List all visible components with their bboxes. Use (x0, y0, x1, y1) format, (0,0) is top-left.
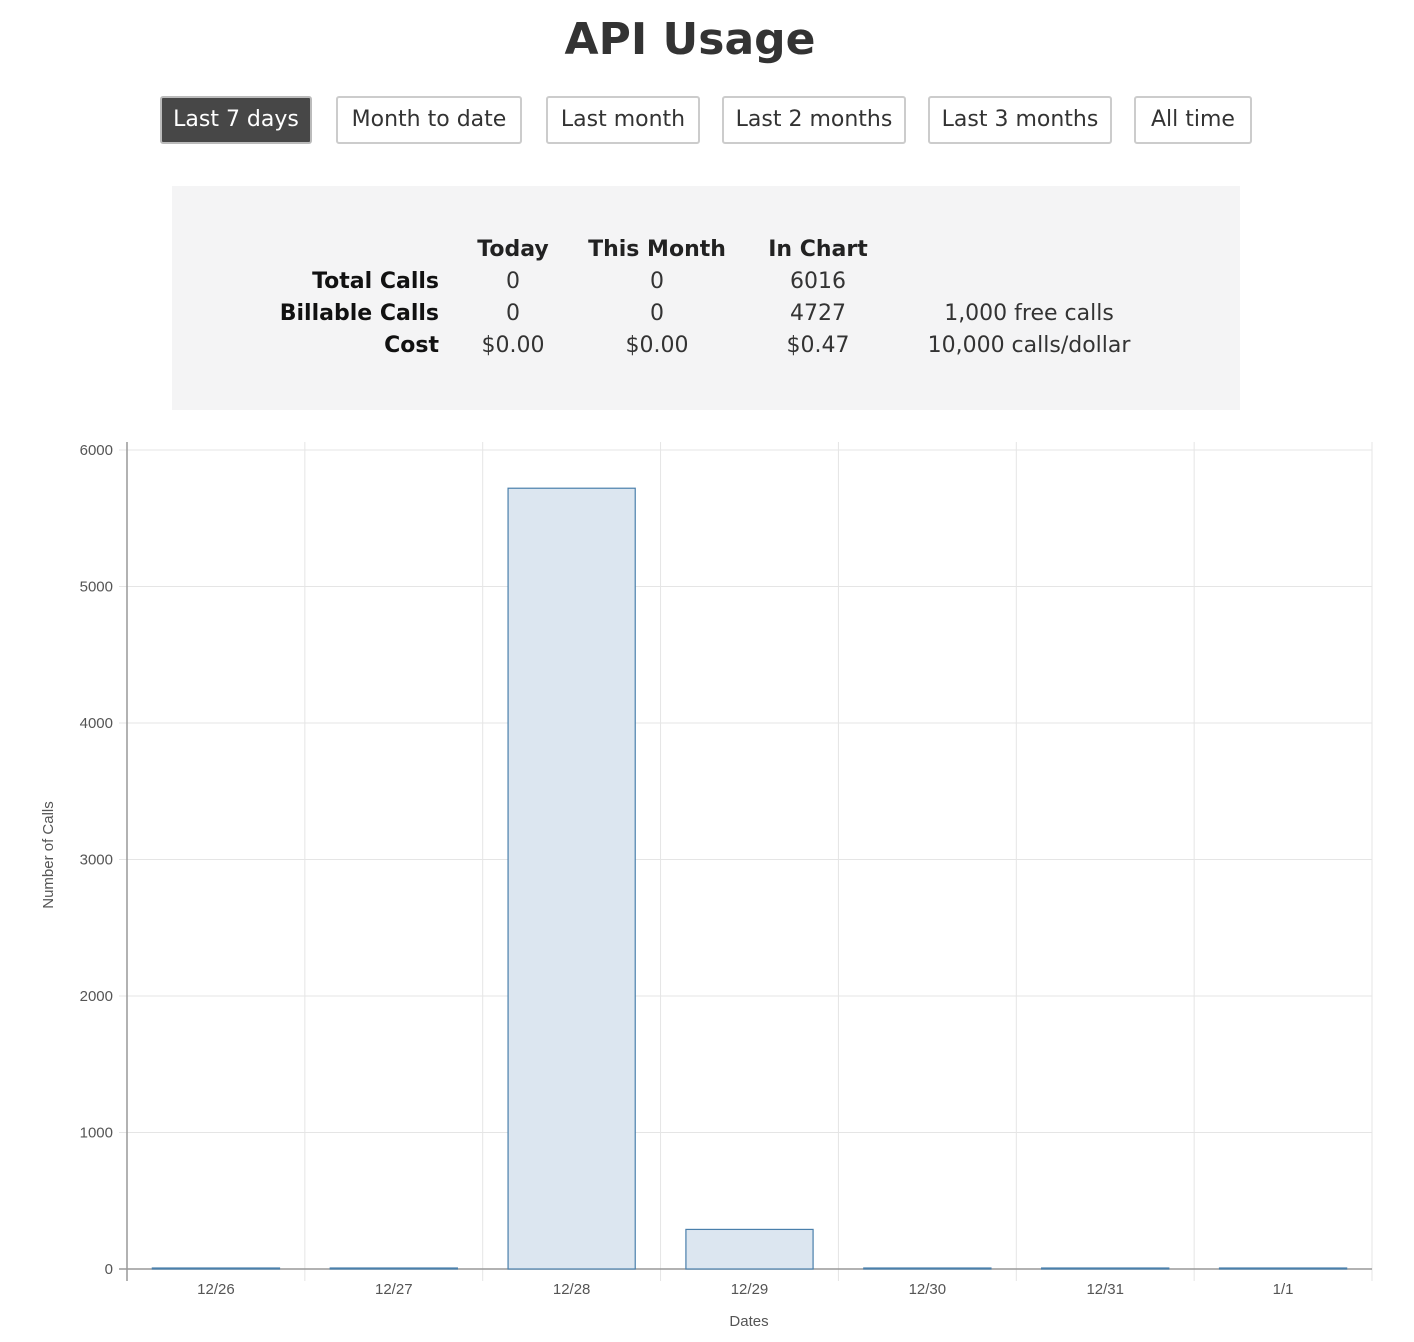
total-calls-in-chart: 6016 (790, 269, 846, 294)
page-title: API Usage (564, 14, 816, 65)
row-label-total-calls: Total Calls (312, 269, 439, 294)
cost-today: $0.00 (481, 333, 545, 358)
x-axis-title: Dates (729, 1313, 768, 1330)
x-tick-label: 12/30 (909, 1281, 947, 1298)
range-button-last-month[interactable]: Last month (546, 96, 700, 144)
date-range-selector: Last 7 days Month to date Last month Las… (0, 96, 1414, 146)
cost-in-chart: $0.47 (786, 333, 850, 358)
total-calls-today: 0 (506, 269, 520, 294)
usage-bar-chart: 0 1000 2000 3000 4000 5000 6000 12/26 12/27 12/28… (40, 442, 1373, 1330)
bar-1-1 (1218, 1267, 1348, 1270)
column-header-today: Today (477, 237, 549, 262)
cost-this-month: $0.00 (625, 333, 689, 358)
y-tick-label: 4000 (80, 715, 113, 732)
range-button-last-3-months[interactable]: Last 3 months (928, 96, 1112, 144)
row-label-cost: Cost (384, 333, 439, 358)
range-button-last-7-days[interactable]: Last 7 days (160, 96, 312, 144)
x-tick-label: 12/28 (553, 1281, 591, 1298)
range-button-last-2-months[interactable]: Last 2 months (722, 96, 906, 144)
billable-calls-in-chart: 4727 (790, 301, 846, 326)
range-button-month-to-date[interactable]: Month to date (336, 96, 522, 144)
range-button-all-time[interactable]: All time (1134, 96, 1252, 144)
rate-note: 10,000 calls/dollar (927, 333, 1131, 358)
x-tick-label: 12/29 (731, 1281, 769, 1298)
y-tick-label: 1000 (80, 1125, 113, 1142)
y-tick-label: 0 (105, 1261, 113, 1278)
x-tick-label: 12/31 (1086, 1281, 1124, 1298)
y-tick-label: 6000 (80, 442, 113, 459)
bar-12-26 (151, 1267, 281, 1270)
y-tick-label: 2000 (80, 988, 113, 1005)
bar-12-31 (1041, 1267, 1170, 1270)
y-axis-title: Number of Calls (40, 801, 57, 909)
column-header-this-month: This Month (588, 237, 726, 262)
billable-calls-this-month: 0 (650, 301, 664, 326)
billable-calls-today: 0 (506, 301, 520, 326)
total-calls-this-month: 0 (650, 269, 664, 294)
bar-12-29 (685, 1228, 814, 1270)
x-tick-label: 12/26 (197, 1281, 235, 1298)
x-tick-label: 1/1 (1273, 1281, 1294, 1298)
bar-12-30 (863, 1267, 992, 1270)
x-tick-label: 12/27 (375, 1281, 413, 1298)
row-label-billable-calls: Billable Calls (279, 301, 439, 326)
y-tick-label: 3000 (80, 852, 113, 869)
bar-12-28 (507, 487, 636, 1270)
usage-summary-table: Today This Month In Chart Total Calls 0 … (172, 186, 1240, 410)
y-tick-label: 5000 (80, 579, 113, 596)
column-header-in-chart: In Chart (768, 237, 868, 262)
free-calls-note: 1,000 free calls (944, 301, 1114, 326)
bar-12-27 (329, 1267, 458, 1270)
usage-summary-panel: Today This Month In Chart Total Calls 0 … (172, 186, 1240, 410)
